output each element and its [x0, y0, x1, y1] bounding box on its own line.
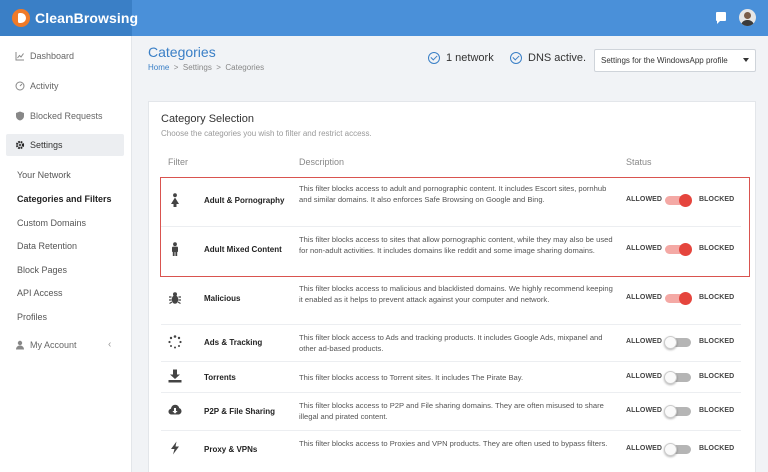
bolt-icon	[171, 441, 179, 455]
dns-status: DNS active.	[510, 52, 586, 64]
breadcrumb-separator: >	[173, 63, 179, 72]
column-header-filter: Filter	[168, 157, 188, 167]
toggle-p2p-file-sharing[interactable]	[664, 405, 691, 418]
category-name: Torrents	[204, 373, 236, 382]
sidebar-subitem-your-network[interactable]: Your Network	[17, 170, 71, 180]
allowed-label: ALLOWED	[626, 294, 663, 301]
column-header-status: Status	[626, 157, 652, 167]
cloud-download-icon	[168, 404, 182, 415]
category-name: Adult & Pornography	[204, 196, 285, 205]
bug-icon	[169, 292, 181, 305]
toggle-malicious[interactable]	[665, 292, 692, 305]
card-subtitle: Choose the categories you wish to filter…	[161, 129, 372, 138]
sidebar-item-blocked-requests[interactable]: Blocked Requests	[6, 105, 124, 127]
allowed-label: ALLOWED	[626, 196, 663, 203]
sidebar-item-activity[interactable]: Activity	[6, 75, 124, 97]
column-header-description: Description	[299, 157, 345, 167]
blocked-label: BLOCKED	[699, 407, 735, 414]
blocked-label: BLOCKED	[699, 338, 735, 345]
breadcrumb: Home > Settings > Categories	[148, 63, 264, 72]
avatar[interactable]	[739, 9, 756, 26]
allowed-label: ALLOWED	[626, 445, 663, 452]
sidebar-item-label: Blocked Requests	[30, 111, 103, 121]
allowed-label: ALLOWED	[626, 407, 663, 414]
category-name: Proxy & VPNs	[204, 445, 258, 454]
sidebar-item-dashboard[interactable]: Dashboard	[6, 45, 124, 67]
toggle-torrents[interactable]	[664, 371, 691, 384]
sidebar-subitem-block-pages[interactable]: Block Pages	[17, 265, 67, 275]
category-name: P2P & File Sharing	[204, 407, 275, 416]
sidebar-item-my-account[interactable]: My Account	[6, 334, 124, 356]
profile-select[interactable]: Settings for the WindowsApp profile	[594, 49, 756, 72]
toggle-adult-mixed-content[interactable]	[665, 243, 692, 256]
blocked-label: BLOCKED	[699, 445, 735, 452]
category-description: This filter blocks access to P2P and Fil…	[299, 401, 604, 421]
adult-icon	[171, 193, 179, 207]
caret-down-icon	[743, 58, 749, 62]
breadcrumb-separator: >	[216, 63, 221, 72]
sidebar-item-label: My Account	[30, 340, 77, 350]
row-divider	[161, 430, 741, 431]
download-icon	[168, 369, 182, 383]
page-title: Categories	[148, 44, 216, 60]
category-name: Ads & Tracking	[204, 338, 263, 347]
sidebar	[0, 36, 132, 472]
spinner-icon	[168, 335, 182, 349]
blocked-label: BLOCKED	[699, 196, 735, 203]
sidebar-subitem-profiles[interactable]: Profiles	[17, 312, 47, 322]
check-circle-icon	[428, 52, 440, 64]
row-divider	[161, 324, 741, 325]
breadcrumb-settings[interactable]: Settings	[183, 63, 212, 72]
sidebar-subitem-custom-domains[interactable]: Custom Domains	[17, 218, 86, 228]
top-bar: CleanBrowsing	[0, 0, 768, 36]
sidebar-item-settings[interactable]: Settings	[6, 134, 124, 156]
network-status: 1 network	[428, 52, 494, 64]
person-icon	[172, 242, 178, 256]
activity-icon	[15, 81, 25, 91]
sidebar-item-label: Activity	[30, 81, 59, 91]
chat-icon[interactable]	[716, 12, 726, 24]
category-description: This filter blocks access to Torrent sit…	[299, 373, 524, 382]
toggle-adult-pornography[interactable]	[665, 194, 692, 207]
chevron-left-icon[interactable]: ‹	[108, 339, 111, 350]
allowed-label: ALLOWED	[626, 245, 663, 252]
breadcrumb-categories: Categories	[225, 63, 265, 72]
user-icon	[15, 340, 25, 350]
sidebar-subitem-data-retention[interactable]: Data Retention	[17, 241, 77, 251]
blocked-label: BLOCKED	[699, 245, 735, 252]
cleanbrowsing-logo-icon	[12, 9, 30, 27]
brand-name: CleanBrowsing	[35, 10, 139, 26]
sidebar-item-label: Settings	[30, 140, 63, 150]
category-description: This filter blocks access to adult and p…	[299, 184, 607, 204]
network-status-text: 1 network	[446, 52, 494, 64]
blocked-label: BLOCKED	[699, 373, 735, 380]
sidebar-subitem-categories-and-filters[interactable]: Categories and Filters	[17, 194, 112, 204]
card-title: Category Selection	[161, 113, 254, 125]
blocked-label: BLOCKED	[699, 294, 735, 301]
category-description: This filter block access to Ads and trac…	[299, 333, 603, 353]
dns-status-text: DNS active.	[528, 52, 587, 64]
allowed-label: ALLOWED	[626, 373, 663, 380]
profile-select-value: Settings for the WindowsApp profile	[601, 56, 728, 65]
row-divider	[161, 392, 741, 393]
sidebar-item-label: Dashboard	[30, 51, 75, 61]
sidebar-subitem-api-access[interactable]: API Access	[17, 288, 63, 298]
category-description: This filter blocks access to Proxies and…	[299, 439, 608, 448]
category-name: Malicious	[204, 294, 241, 303]
category-description: This filter blocks access to malicious a…	[299, 284, 613, 304]
breadcrumb-home[interactable]: Home	[148, 63, 169, 72]
check-circle-icon	[510, 52, 522, 64]
chart-icon	[15, 51, 25, 61]
category-description: This filter blocks access to sites that …	[299, 235, 613, 255]
row-divider	[161, 361, 741, 362]
category-name: Adult Mixed Content	[204, 245, 282, 254]
toggle-ads-tracking[interactable]	[664, 336, 691, 349]
brand[interactable]: CleanBrowsing	[0, 0, 138, 36]
shield-icon	[15, 111, 25, 121]
gear-icon	[15, 140, 25, 150]
allowed-label: ALLOWED	[626, 338, 663, 345]
toggle-proxy-vpns[interactable]	[664, 443, 691, 456]
